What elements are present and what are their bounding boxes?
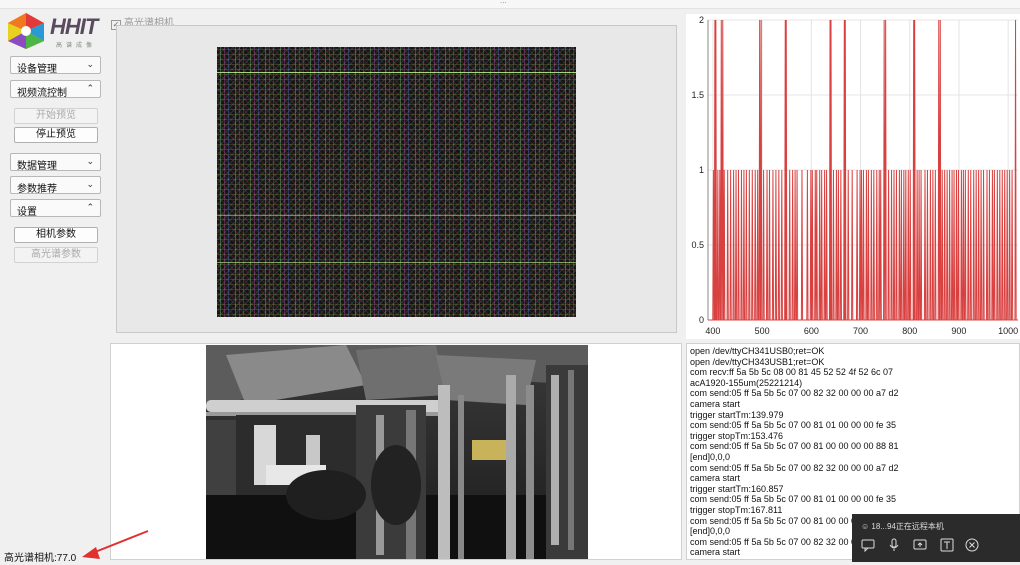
data-management-label: 数据管理	[17, 161, 57, 172]
log-line: com send:05 ff 5a 5b 5c 07 00 82 32 00 0…	[690, 388, 899, 399]
close-icon[interactable]	[965, 538, 979, 552]
stop-preview-button[interactable]: 停止预览	[14, 127, 98, 143]
chevron-up-icon: ⌃	[86, 202, 94, 212]
y-tick-label: 0.5	[691, 240, 704, 250]
camera-live-image	[206, 345, 588, 559]
text-icon[interactable]	[940, 538, 954, 552]
screen-share-icon[interactable]	[913, 538, 927, 552]
log-line: camera start	[690, 398, 741, 409]
spectrum-chart-svg: 400 500 600 700 800 900 1000 0 0.5 1 1.5 2	[691, 15, 1018, 336]
log-line: [end]0,0,0	[690, 451, 731, 462]
x-tick-label: 500	[755, 326, 770, 336]
x-tick-label: 400	[705, 326, 720, 336]
start-preview-button[interactable]: 开始预览	[14, 108, 98, 124]
log-line: com send:05 ff 5a 5b 5c 07 00 81 01 00 0…	[690, 420, 896, 431]
camera-scene-graphic	[206, 345, 588, 559]
settings-button[interactable]: 设置 ⌃	[10, 199, 101, 218]
log-line: trigger startTm:139.979	[690, 409, 784, 420]
red-arrow-annotation	[82, 530, 149, 559]
window-titlebar: ...	[0, 0, 1020, 9]
hyperspectral-params-button[interactable]: 高光谱参数	[14, 247, 98, 263]
chat-icon[interactable]	[861, 538, 875, 552]
remote-session-toast: ☺ 18...94正在远程本机	[852, 514, 1020, 562]
app-logo: HHIT 高谱成像	[4, 11, 109, 49]
device-management-label: 设备管理	[17, 64, 57, 75]
preview-scanline	[217, 215, 576, 216]
settings-label: 设置	[17, 207, 37, 218]
window-title: ...	[500, 0, 507, 5]
x-tick-label: 600	[804, 326, 819, 336]
hyperspectral-preview-image	[217, 47, 576, 317]
log-line: trigger startTm:160.857	[690, 483, 784, 494]
x-tick-label: 700	[853, 326, 868, 336]
x-tick-label: 1000	[998, 326, 1018, 336]
remote-session-text: 18...94正在远程本机	[871, 522, 944, 531]
y-tick-label: 1.5	[691, 90, 704, 100]
chevron-down-icon: ⌄	[86, 156, 94, 166]
y-tick-label: 0	[699, 315, 704, 325]
x-tick-label: 800	[902, 326, 917, 336]
log-line: open /dev/ttyCH343USB1;ret=OK	[690, 356, 825, 367]
x-tick-label: 900	[951, 326, 966, 336]
device-management-button[interactable]: 设备管理 ⌄	[10, 56, 101, 75]
log-line: acA1920-155um(25221214)	[690, 377, 803, 388]
microphone-icon[interactable]	[887, 538, 901, 552]
log-line: com send:05 ff 5a 5b 5c 07 00 81 00 00 0…	[690, 441, 899, 452]
parameter-recommend-button[interactable]: 参数推荐 ⌄	[10, 176, 101, 195]
log-line: com send:05 ff 5a 5b 5c 07 00 81 01 00 0…	[690, 494, 896, 505]
log-line: com send:05 ff 5a 5b 5c 07 00 82 32 00 0…	[690, 462, 899, 473]
data-management-button[interactable]: 数据管理 ⌄	[10, 153, 101, 172]
preview-scanline	[217, 72, 576, 73]
logo-brand: HHIT	[50, 14, 98, 39]
stream-control-button[interactable]: 视频流控制 ⌃	[10, 80, 101, 99]
chevron-down-icon: ⌄	[86, 179, 94, 189]
stream-control-label: 视频流控制	[17, 88, 67, 99]
log-line: open /dev/ttyCH341USB0;ret=OK	[690, 346, 825, 356]
chevron-down-icon: ⌄	[86, 59, 94, 69]
logo-hexagon-icon	[8, 13, 44, 49]
remote-user-icon: ☺	[861, 522, 870, 531]
parameter-recommend-label: 参数推荐	[17, 184, 57, 195]
preview-scanline	[217, 262, 576, 263]
y-tick-label: 1	[699, 165, 704, 175]
y-tick-label: 2	[699, 15, 704, 25]
chevron-up-icon: ⌃	[86, 83, 94, 93]
log-line: com recv:ff 5a 5b 5c 08 00 81 45 52 52 4…	[690, 367, 893, 378]
spectrum-chart: 400 500 600 700 800 900 1000 0 0.5 1 1.5 2	[686, 14, 1020, 339]
log-line: trigger stopTm:153.476	[690, 430, 784, 441]
camera-params-button[interactable]: 相机参数	[14, 227, 98, 243]
logo-subtitle: 高谱成像	[56, 43, 97, 49]
log-line: camera start	[690, 473, 741, 484]
